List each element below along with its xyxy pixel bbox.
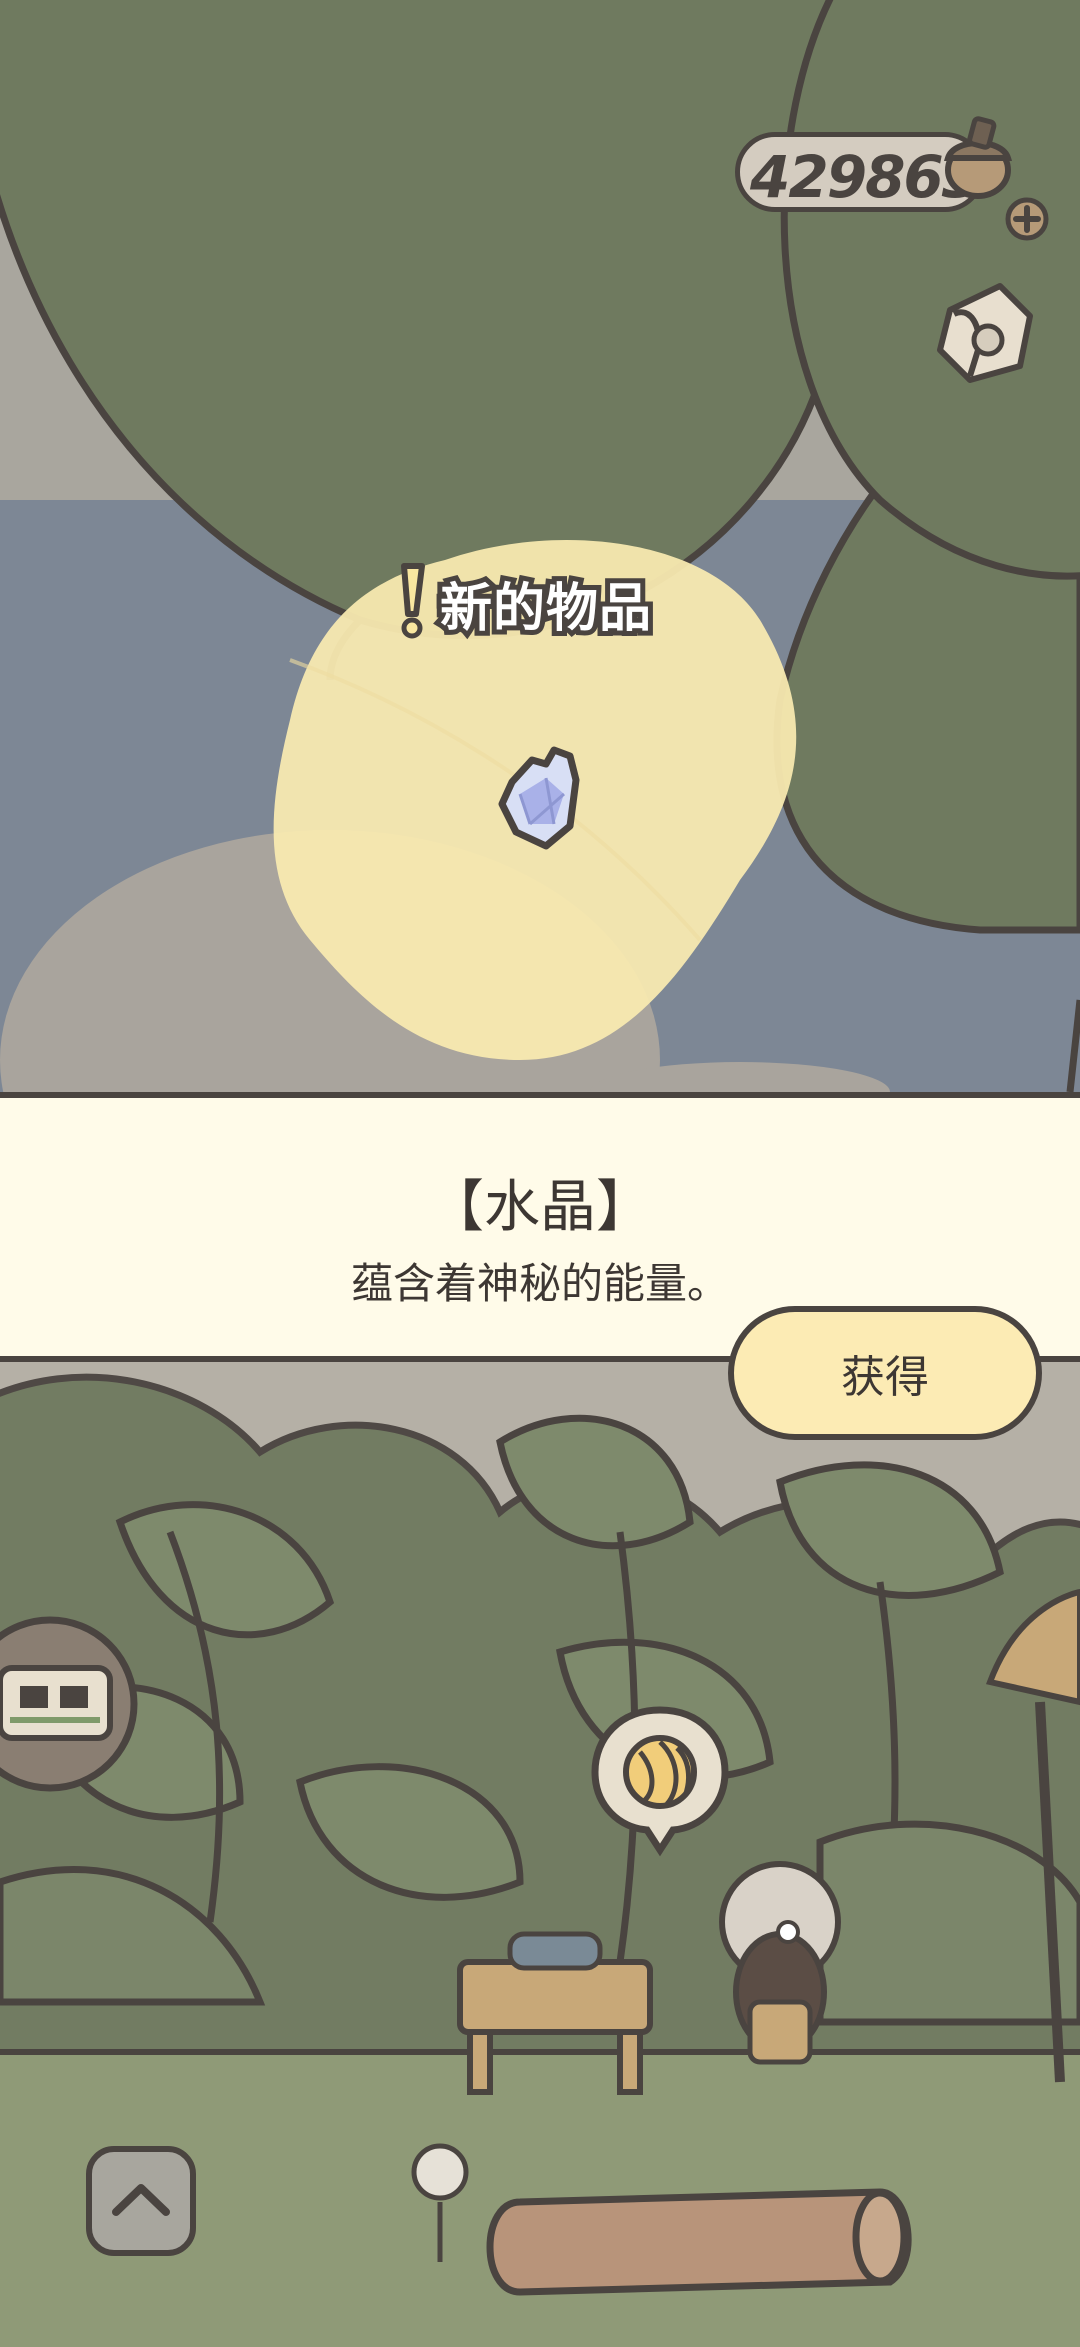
obtain-button[interactable]: 获得 — [728, 1306, 1042, 1440]
item-description: 蕴含着神秘的能量。 — [350, 1259, 729, 1308]
exclamation-icon — [401, 563, 425, 639]
new-item-label: 新的物品 — [435, 574, 656, 644]
scroll-up-button[interactable] — [86, 2146, 196, 2256]
yarn-icon[interactable] — [585, 1700, 735, 1860]
plus-icon[interactable] — [1004, 196, 1050, 242]
item-name: 【水晶】 — [428, 1175, 652, 1240]
chevron-up-icon — [112, 2184, 170, 2216]
letter-icon[interactable] — [930, 270, 1040, 390]
acorn-icon — [943, 116, 1013, 199]
ticket-icon[interactable] — [0, 1608, 150, 1808]
